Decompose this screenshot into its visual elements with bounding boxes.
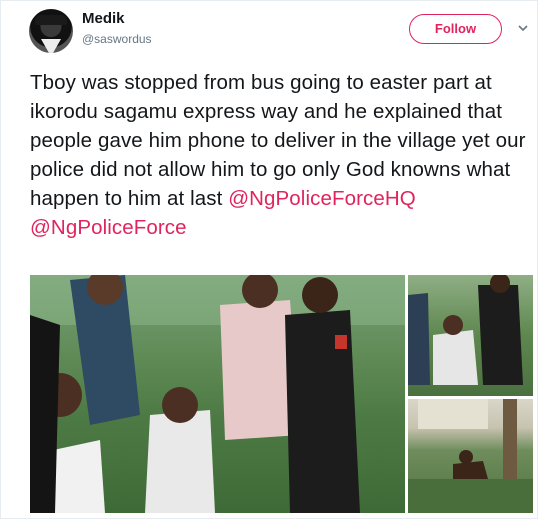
avatar-hat-shape <box>35 15 67 25</box>
photo-top-right-scene <box>408 275 523 385</box>
tweet-text: Tboy was stopped from bus going to easte… <box>30 68 530 242</box>
photo-bottom-right-scene <box>408 399 533 513</box>
user-name[interactable]: Medik <box>82 10 125 27</box>
photo-main[interactable] <box>30 275 405 513</box>
avatar-shirt-shape <box>41 39 61 53</box>
tweet-card: Medik @saswordus Follow Tboy was stopped… <box>0 0 538 519</box>
photo-main-scene <box>30 275 405 513</box>
media-grid <box>30 275 533 513</box>
photo-bottom-right[interactable] <box>408 399 533 513</box>
mention-link[interactable]: @NgPoliceForce <box>30 216 187 239</box>
user-handle[interactable]: @saswordus <box>82 32 152 46</box>
follow-button[interactable]: Follow <box>409 14 502 44</box>
chevron-down-icon[interactable] <box>518 23 528 33</box>
avatar[interactable] <box>29 9 73 53</box>
mention-link[interactable]: @NgPoliceForceHQ <box>228 187 416 210</box>
photo-top-right[interactable] <box>408 275 533 396</box>
